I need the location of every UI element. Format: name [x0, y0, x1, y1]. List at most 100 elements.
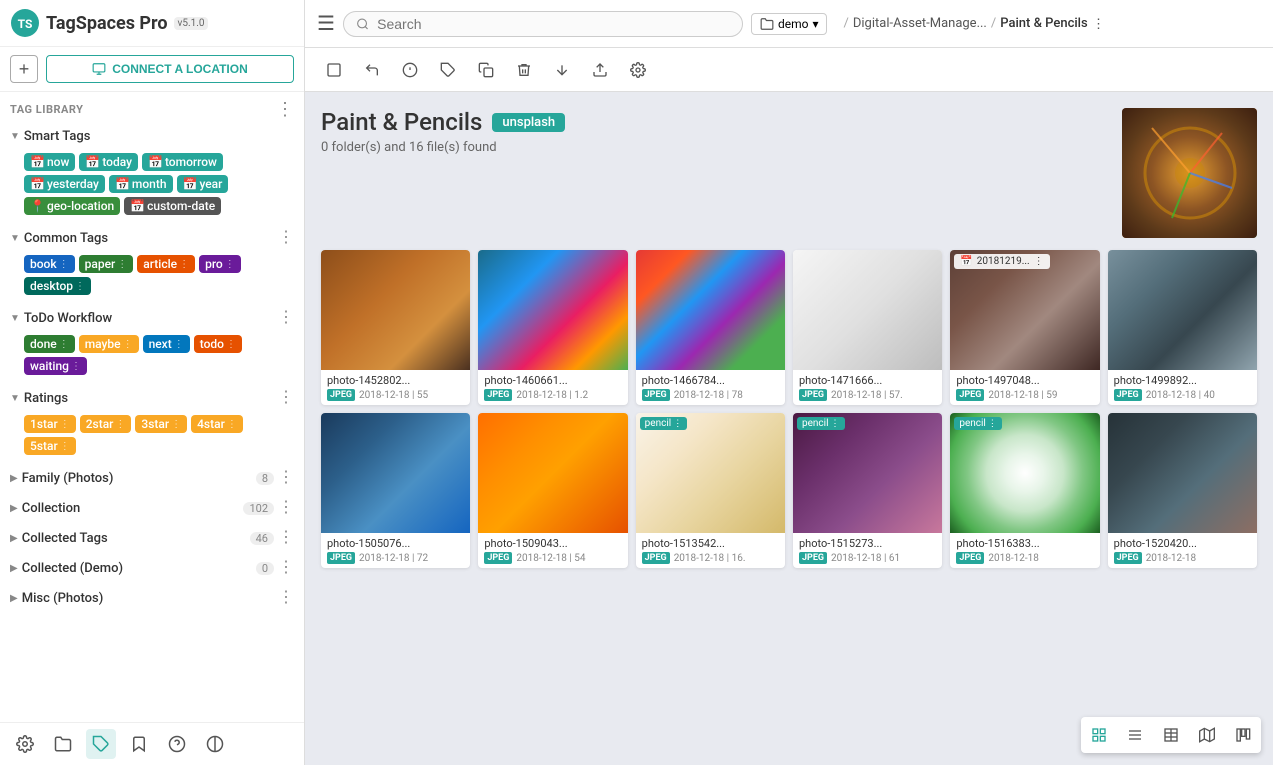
- breadcrumb-item-1[interactable]: Digital-Asset-Manage...: [853, 16, 987, 31]
- tag-article[interactable]: article ⋮: [137, 255, 195, 273]
- tag-pro[interactable]: pro ⋮: [199, 255, 241, 273]
- go-back-button[interactable]: [355, 53, 389, 87]
- tag-yesterday[interactable]: 📅yesterday: [24, 175, 105, 193]
- add-file-button[interactable]: [583, 53, 617, 87]
- tag-month[interactable]: 📅month: [109, 175, 173, 193]
- file-card[interactable]: photo-1509043... JPEG 2018-12-18 | 54: [478, 413, 627, 568]
- file-tag[interactable]: pencil ⋮: [954, 417, 1002, 430]
- tag-maybe[interactable]: maybe ⋮: [79, 335, 139, 353]
- todo-workflow-header[interactable]: ▼ ToDo Workflow ⋮: [0, 305, 304, 331]
- folder-footer-icon[interactable]: [48, 729, 78, 759]
- collected-tags-more-button[interactable]: ⋮: [278, 530, 294, 546]
- file-date: 2018-12-18 | 78: [674, 390, 743, 401]
- tag-desktop[interactable]: desktop ⋮: [24, 277, 91, 295]
- common-tags-header[interactable]: ▼ Common Tags ⋮: [0, 225, 304, 251]
- file-card[interactable]: pencil ⋮ photo-1515273... JPEG 2018-12-1…: [793, 413, 942, 568]
- app-name: TagSpaces Pro: [46, 13, 168, 34]
- kanban-icon: [1235, 727, 1251, 743]
- gallery-header: Paint & Pencils unsplash 0 folder(s) and…: [321, 108, 1257, 238]
- search-input[interactable]: [377, 16, 730, 32]
- tag-paper[interactable]: paper ⋮: [79, 255, 134, 273]
- list-view-button[interactable]: [1117, 717, 1153, 753]
- file-card[interactable]: photo-1471666... JPEG 2018-12-18 | 57.: [793, 250, 942, 405]
- file-thumbnail: pencil ⋮: [636, 413, 785, 533]
- tag-next[interactable]: next ⋮: [143, 335, 190, 353]
- todo-more-button[interactable]: ⋮: [278, 310, 294, 326]
- file-card[interactable]: photo-1499892... JPEG 2018-12-18 | 40: [1108, 250, 1257, 405]
- menu-toggle-button[interactable]: ☰: [317, 11, 335, 36]
- file-tag[interactable]: pencil ⋮: [797, 417, 845, 430]
- breadcrumb-item-2[interactable]: Paint & Pencils: [1000, 16, 1087, 31]
- collected-demo-header[interactable]: ▶ Collected (Demo) 0 ⋮: [0, 555, 304, 581]
- file-card[interactable]: 📅 20181219... ⋮ photo-1497048... JPEG 20…: [950, 250, 1099, 405]
- file-card[interactable]: photo-1452802... JPEG 2018-12-18 | 55: [321, 250, 470, 405]
- tag-2star[interactable]: 2star ⋮: [80, 415, 132, 433]
- connect-location-button[interactable]: CONNECT A LOCATION: [46, 55, 294, 83]
- tag-4star[interactable]: 4star ⋮: [191, 415, 243, 433]
- grid-icon: [1091, 727, 1107, 743]
- add-button[interactable]: +: [10, 55, 38, 83]
- tag-today[interactable]: 📅today: [79, 153, 138, 171]
- tag-footer-icon[interactable]: [86, 729, 116, 759]
- copy-button[interactable]: [469, 53, 503, 87]
- 4star-dots: ⋮: [227, 419, 237, 430]
- file-card[interactable]: photo-1466784... JPEG 2018-12-18 | 78: [636, 250, 785, 405]
- tag-1star[interactable]: 1star ⋮: [24, 415, 76, 433]
- breadcrumb-more-button[interactable]: ⋮: [1092, 16, 1105, 32]
- tag-3star[interactable]: 3star ⋮: [135, 415, 187, 433]
- ratings-more-button[interactable]: ⋮: [278, 390, 294, 406]
- toolbar-settings-button[interactable]: [621, 53, 655, 87]
- collected-tags-header[interactable]: ▶ Collected Tags 46 ⋮: [0, 525, 304, 551]
- tag-month-icon: 📅: [115, 177, 130, 191]
- table-view-button[interactable]: [1153, 717, 1189, 753]
- tag-todo[interactable]: todo ⋮: [194, 335, 242, 353]
- misc-more-button[interactable]: ⋮: [278, 590, 294, 606]
- file-grid: photo-1452802... JPEG 2018-12-18 | 55 ph…: [321, 250, 1257, 568]
- file-card[interactable]: photo-1505076... JPEG 2018-12-18 | 72: [321, 413, 470, 568]
- ratings-header[interactable]: ▼ Ratings ⋮: [0, 385, 304, 411]
- family-more-button[interactable]: ⋮: [278, 470, 294, 486]
- bookmark-icon: [130, 735, 148, 753]
- tag-library-more-button[interactable]: ⋮: [276, 100, 294, 118]
- settings-footer-icon[interactable]: [10, 729, 40, 759]
- tag-button[interactable]: [431, 53, 465, 87]
- select-all-button[interactable]: [317, 53, 351, 87]
- misc-photos-header[interactable]: ▶ Misc (Photos) ⋮: [0, 585, 304, 611]
- file-card[interactable]: photo-1520420... JPEG 2018-12-18: [1108, 413, 1257, 568]
- tag-tomorrow[interactable]: 📅tomorrow: [142, 153, 223, 171]
- tag-5star[interactable]: 5star ⋮: [24, 437, 76, 455]
- tag-yesterday-icon: 📅: [30, 177, 45, 191]
- bookmark-footer-icon[interactable]: [124, 729, 154, 759]
- collection-more-button[interactable]: ⋮: [278, 500, 294, 516]
- tag-year[interactable]: 📅year: [177, 175, 229, 193]
- file-card[interactable]: photo-1460661... JPEG 2018-12-18 | 1.2: [478, 250, 627, 405]
- tag-waiting[interactable]: waiting ⋮: [24, 357, 87, 375]
- smart-tags-header[interactable]: ▼ Smart Tags: [0, 124, 304, 149]
- contrast-footer-icon[interactable]: [200, 729, 230, 759]
- file-tag[interactable]: pencil ⋮: [640, 417, 688, 430]
- file-card[interactable]: pencil ⋮ photo-1516383... JPEG 2018-12-1…: [950, 413, 1099, 568]
- location-chevron: ▾: [812, 17, 818, 31]
- common-tags-more-button[interactable]: ⋮: [278, 230, 294, 246]
- delete-button[interactable]: [507, 53, 541, 87]
- kanban-view-button[interactable]: [1225, 717, 1261, 753]
- svg-text:TS: TS: [18, 17, 33, 31]
- tag-geo-location[interactable]: 📍geo-location: [24, 197, 120, 215]
- file-date: 2018-12-18: [1146, 553, 1197, 564]
- tag-book[interactable]: book ⋮: [24, 255, 75, 273]
- location-button[interactable]: demo ▾: [751, 13, 828, 35]
- breadcrumb: / Digital-Asset-Manage... / Paint & Penc…: [843, 16, 1105, 32]
- help-footer-icon[interactable]: [162, 729, 192, 759]
- file-date: 2018-12-18 | 72: [359, 553, 428, 564]
- tag-done[interactable]: done ⋮: [24, 335, 75, 353]
- tag-custom-date[interactable]: 📅custom-date: [124, 197, 221, 215]
- grid-view-button[interactable]: [1081, 717, 1117, 753]
- collection-header[interactable]: ▶ Collection 102 ⋮: [0, 495, 304, 521]
- map-view-button[interactable]: [1189, 717, 1225, 753]
- info-button[interactable]: [393, 53, 427, 87]
- tag-now[interactable]: 📅now: [24, 153, 75, 171]
- family-photos-header[interactable]: ▶ Family (Photos) 8 ⋮: [0, 465, 304, 491]
- file-card[interactable]: pencil ⋮ photo-1513542... JPEG 2018-12-1…: [636, 413, 785, 568]
- sort-button[interactable]: [545, 53, 579, 87]
- collected-demo-more-button[interactable]: ⋮: [278, 560, 294, 576]
